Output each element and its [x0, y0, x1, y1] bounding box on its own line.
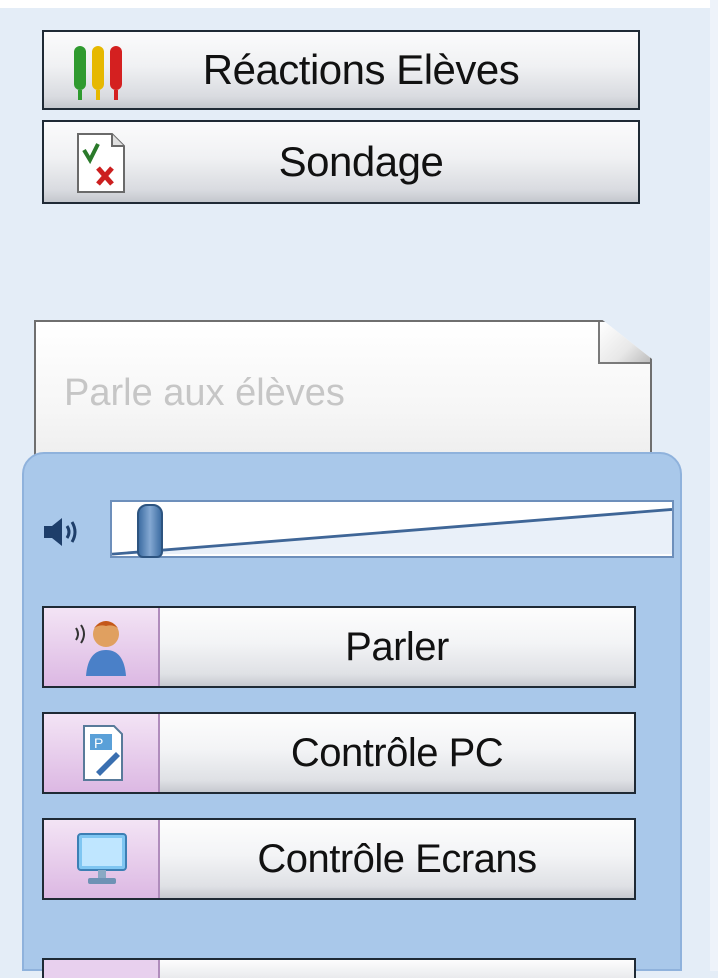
volume-wedge: [112, 508, 672, 556]
controle-pc-icon-box: P: [44, 714, 160, 792]
svg-text:P: P: [94, 735, 103, 751]
volume-slider-thumb[interactable]: [136, 504, 163, 558]
next-button-partial[interactable]: [42, 958, 636, 978]
parler-button[interactable]: Parler: [42, 606, 636, 688]
talking-person-icon: [75, 621, 126, 676]
volume-control: [40, 500, 674, 560]
pc-control-icon: P: [83, 725, 123, 781]
message-note-input[interactable]: Parle aux élèves: [34, 320, 652, 470]
volume-slider[interactable]: [110, 500, 674, 558]
parler-icon-box: [44, 608, 160, 686]
speaker-icon: [44, 518, 77, 546]
poll-document-icon: [77, 133, 125, 193]
top-strip: [0, 0, 718, 8]
parler-label: Parler: [345, 624, 449, 669]
note-placeholder: Parle aux élèves: [64, 372, 345, 414]
traffic-lights-icon: [74, 46, 122, 100]
controle-pc-label: Contrôle PC: [290, 730, 504, 775]
controle-ecrans-label: Contrôle Ecrans: [257, 836, 537, 881]
controle-pc-button[interactable]: P Contrôle PC: [42, 712, 636, 794]
sondage-button[interactable]: Sondage: [42, 120, 640, 204]
reactions-eleves-button[interactable]: Réactions Elèves: [42, 30, 640, 110]
monitor-icon: [77, 833, 127, 884]
next-button-icon-box: [44, 960, 160, 978]
right-edge: [710, 0, 718, 971]
controle-ecrans-button[interactable]: Contrôle Ecrans: [42, 818, 636, 900]
page-fold: [598, 322, 650, 364]
controle-ecrans-icon-box: [44, 820, 160, 898]
